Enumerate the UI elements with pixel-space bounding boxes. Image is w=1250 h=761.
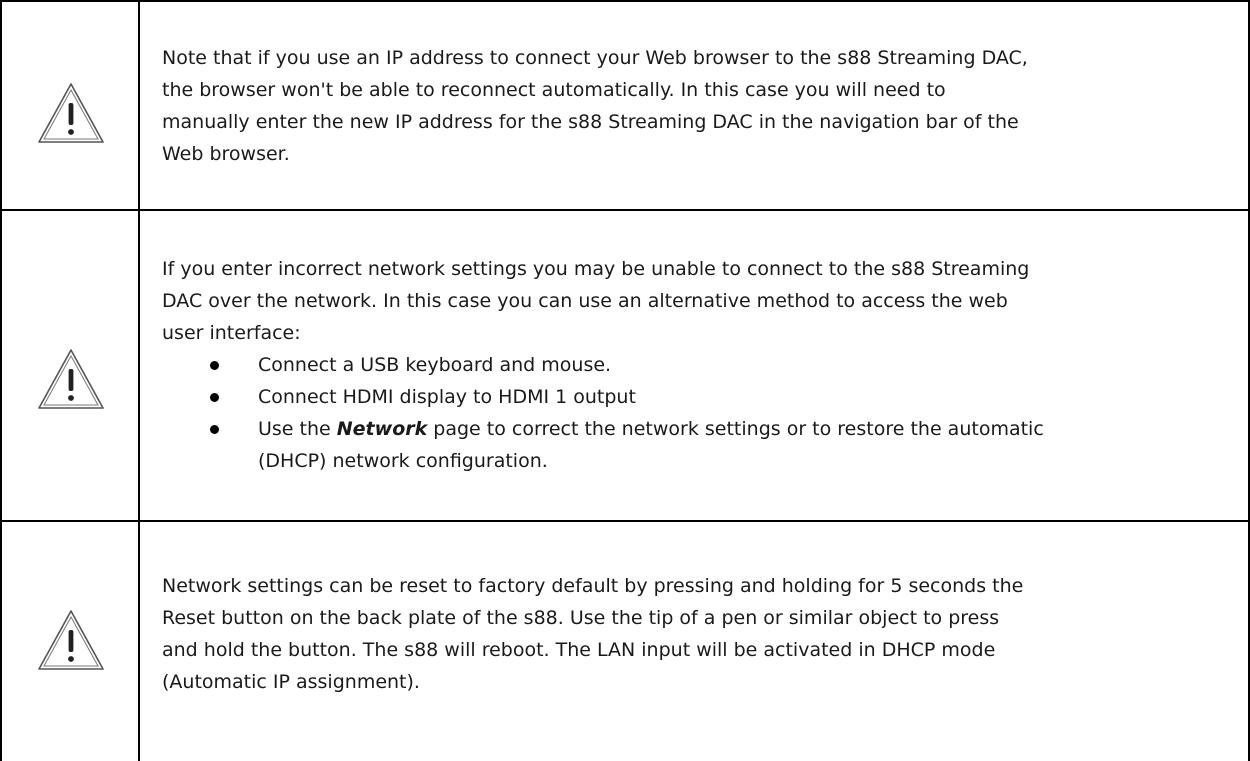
bullet-text-continuation: (DHCP) network configuration. xyxy=(258,450,548,472)
list-item: Use the Network page to correct the netw… xyxy=(162,413,1232,477)
bullet-text-prefix: Use the xyxy=(258,418,337,440)
warning-triangle-icon xyxy=(38,349,104,409)
bullet-dot xyxy=(210,393,219,402)
bullet-dot xyxy=(210,425,219,434)
text-line: the browser won't be able to reconnect a… xyxy=(162,79,946,101)
bullet-text-suffix: page to correct the network settings or … xyxy=(427,418,1044,440)
bullet-dot xyxy=(210,361,219,370)
text-line: If you enter incorrect network settings … xyxy=(162,258,1030,280)
text-line: Note that if you use an IP address to co… xyxy=(162,47,1028,69)
text-line: Reset button on the back plate of the s8… xyxy=(162,607,1000,629)
text-line: manually enter the new IP address for th… xyxy=(162,111,1019,133)
warning-triangle-icon xyxy=(38,83,104,143)
list-item: Connect HDMI display to HDMI 1 output xyxy=(162,381,1232,413)
bullet-text: Connect HDMI display to HDMI 1 output xyxy=(258,386,636,408)
icon-cell xyxy=(2,522,138,761)
bullet-text: Connect a USB keyboard and mouse. xyxy=(258,354,612,376)
bullet-list: Connect a USB keyboard and mouse. Connec… xyxy=(162,349,1232,477)
notes-table: Note that if you use an IP address to co… xyxy=(0,0,1250,761)
text-line: and hold the button. The s88 will reboot… xyxy=(162,639,996,661)
note-row-incorrect-settings: If you enter incorrect network settings … xyxy=(2,211,1248,520)
text-line: Web browser. xyxy=(162,143,290,165)
text-line: user interface: xyxy=(162,322,301,344)
note-text: Note that if you use an IP address to co… xyxy=(162,42,1232,170)
text-line: (Automatic IP assignment). xyxy=(162,671,420,693)
list-item: Connect a USB keyboard and mouse. xyxy=(162,349,1232,381)
icon-cell xyxy=(2,2,138,209)
text-line: DAC over the network. In this case you c… xyxy=(162,290,1008,312)
note-row-factory-reset: Network settings can be reset to factory… xyxy=(2,522,1248,761)
text-line: Network settings can be reset to factory… xyxy=(162,575,1024,597)
note-row-ip-address: Note that if you use an IP address to co… xyxy=(2,2,1248,209)
network-page-emphasis: Network xyxy=(336,418,428,440)
icon-cell xyxy=(2,211,138,520)
warning-triangle-icon xyxy=(38,610,104,670)
note-text: If you enter incorrect network settings … xyxy=(162,253,1232,477)
note-text: Network settings can be reset to factory… xyxy=(162,570,1232,698)
